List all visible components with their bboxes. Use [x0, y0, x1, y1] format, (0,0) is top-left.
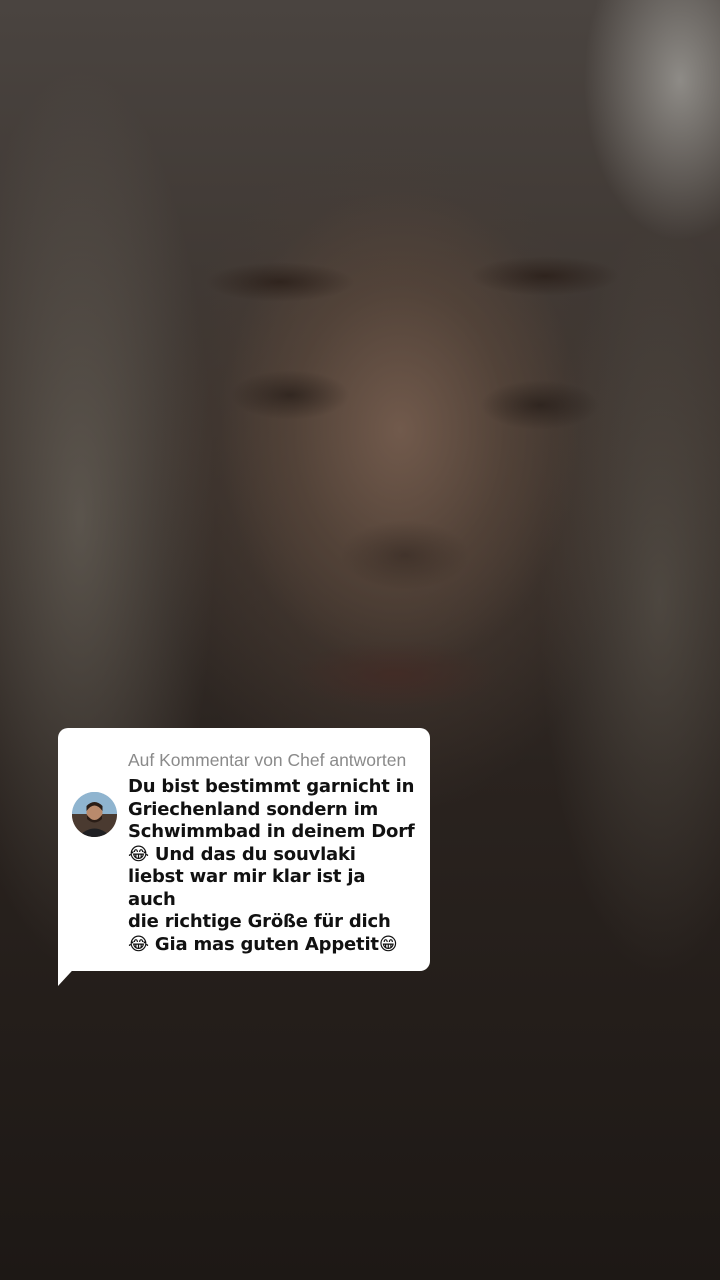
comment-text: Du bist bestimmt garnicht in Griechenlan… [128, 776, 416, 956]
video-background-detail [340, 520, 470, 590]
comment-line: Schwimmbad in deinem Dorf [128, 821, 415, 842]
commenter-avatar[interactable] [72, 792, 117, 837]
comment-line: 😂 Gia mas guten Appetit😁 [128, 933, 398, 955]
video-background-detail [230, 370, 350, 420]
video-background-detail [290, 640, 500, 710]
comment-line: Griechenland sondern im [128, 798, 379, 820]
comment-line: Du bist bestimmt garnicht in [128, 776, 415, 797]
reply-header-text: Auf Kommentar von Chef antworten [128, 750, 407, 770]
video-background-detail [470, 256, 620, 296]
reply-comment-sticker[interactable]: Auf Kommentar von Chef antworten Du bist… [58, 728, 430, 971]
person-avatar-icon [72, 792, 117, 837]
video-background-detail [205, 262, 355, 302]
video-background-detail [480, 380, 600, 430]
comment-line: 😂 Und das du souvlaki [128, 843, 356, 865]
comment-line: liebst war mir klar ist ja auch [128, 866, 366, 910]
video-frame[interactable]: Auf Kommentar von Chef antworten Du bist… [0, 0, 720, 1280]
comment-line: die richtige Größe für dich [128, 911, 391, 932]
